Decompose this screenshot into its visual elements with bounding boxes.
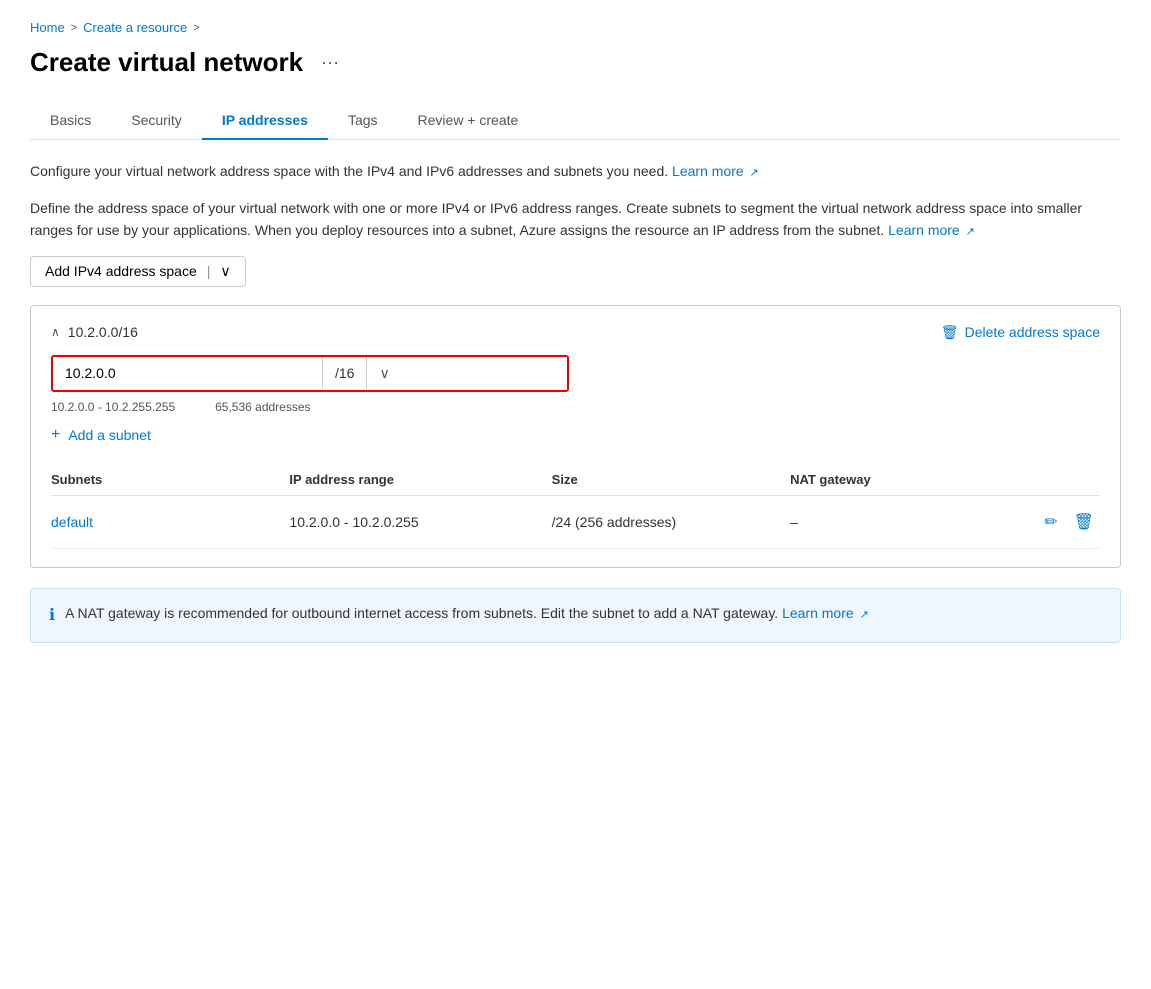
learn-more-link-2[interactable]: Learn more ↗ [888, 222, 975, 238]
page-title-row: Create virtual network ··· [30, 47, 1121, 78]
table-header-row: Subnets IP address range Size NAT gatewa… [51, 464, 1100, 496]
external-link-icon-2: ↗ [966, 226, 975, 238]
external-link-icon-3: ↗ [860, 609, 869, 621]
subnets-table: Subnets IP address range Size NAT gatewa… [51, 464, 1100, 549]
delete-address-space-button[interactable]: 🗑 Delete address space [941, 324, 1100, 341]
subnet-size-cell: /24 (256 addresses) [552, 495, 790, 548]
ip-address-input[interactable] [53, 357, 323, 389]
divider-pipe: | [207, 263, 211, 279]
tabs-bar: Basics Security IP addresses Tags Review… [30, 102, 1121, 140]
learn-more-link-1[interactable]: Learn more ↗ [672, 163, 759, 179]
breadcrumb-sep1: > [71, 22, 77, 34]
subnet-edit-button[interactable]: ✏ [1038, 508, 1063, 536]
description-2: Define the address space of your virtual… [30, 197, 1121, 242]
th-ip-range: IP address range [289, 464, 551, 496]
cidr-dropdown[interactable]: ∨ [367, 357, 567, 390]
address-space-container: ∧ 10.2.0.0/16 🗑 Delete address space /16… [30, 305, 1121, 568]
tab-security[interactable]: Security [111, 102, 202, 140]
ip-input-row: /16 ∨ [51, 355, 569, 392]
tab-ip-addresses[interactable]: IP addresses [202, 102, 328, 140]
breadcrumb-home[interactable]: Home [30, 20, 65, 35]
address-space-header: ∧ 10.2.0.0/16 🗑 Delete address space [51, 324, 1100, 341]
address-space-title: ∧ 10.2.0.0/16 [51, 324, 138, 340]
info-banner-text: A NAT gateway is recommended for outboun… [65, 603, 869, 624]
subnet-actions-cell: ✏ 🗑 [1005, 495, 1100, 548]
address-space-cidr: 10.2.0.0/16 [68, 324, 138, 340]
plus-icon: + [51, 426, 60, 444]
subnet-delete-button[interactable]: 🗑 [1068, 508, 1100, 536]
info-learn-more-link[interactable]: Learn more ↗ [782, 605, 869, 621]
chevron-down-icon-2: ∨ [379, 365, 389, 382]
delete-icon: 🗑 [941, 324, 959, 341]
th-size: Size [552, 464, 790, 496]
more-options-button[interactable]: ··· [315, 50, 345, 75]
th-nat-gateway: NAT gateway [790, 464, 1005, 496]
delete-label: Delete address space [965, 324, 1100, 340]
breadcrumb-sep2: > [193, 22, 199, 34]
external-link-icon-1: ↗ [750, 167, 759, 179]
cidr-prefix-badge: /16 [323, 357, 367, 389]
subnet-name-cell: default [51, 495, 289, 548]
ip-range-text: 10.2.0.0 - 10.2.255.255 65,536 addresses [51, 400, 1100, 414]
page-title: Create virtual network [30, 47, 303, 78]
subnet-name-link[interactable]: default [51, 514, 93, 530]
subnet-ip-range-cell: 10.2.0.0 - 10.2.0.255 [289, 495, 551, 548]
breadcrumb-create-resource[interactable]: Create a resource [83, 20, 187, 35]
add-ipv4-address-space-button[interactable]: Add IPv4 address space | ∨ [30, 256, 246, 287]
description-1: Configure your virtual network address s… [30, 160, 1121, 183]
add-subnet-row[interactable]: + Add a subnet [51, 426, 1100, 444]
tab-tags[interactable]: Tags [328, 102, 398, 140]
address-count: 65,536 addresses [215, 400, 310, 414]
tab-basics[interactable]: Basics [30, 102, 111, 140]
info-banner: ℹ A NAT gateway is recommended for outbo… [30, 588, 1121, 643]
th-actions [1005, 464, 1100, 496]
add-subnet-label: Add a subnet [68, 427, 151, 443]
chevron-down-icon: ∨ [220, 263, 230, 280]
tab-review-create[interactable]: Review + create [398, 102, 539, 140]
th-subnets: Subnets [51, 464, 289, 496]
add-ipv4-label: Add IPv4 address space [45, 263, 197, 279]
subnet-nat-cell: – [790, 495, 1005, 548]
info-circle-icon: ℹ [49, 604, 55, 628]
breadcrumb: Home > Create a resource > [30, 20, 1121, 35]
chevron-up-icon[interactable]: ∧ [51, 325, 60, 339]
table-row: default 10.2.0.0 - 10.2.0.255 /24 (256 a… [51, 495, 1100, 548]
ip-range: 10.2.0.0 - 10.2.255.255 [51, 400, 175, 414]
